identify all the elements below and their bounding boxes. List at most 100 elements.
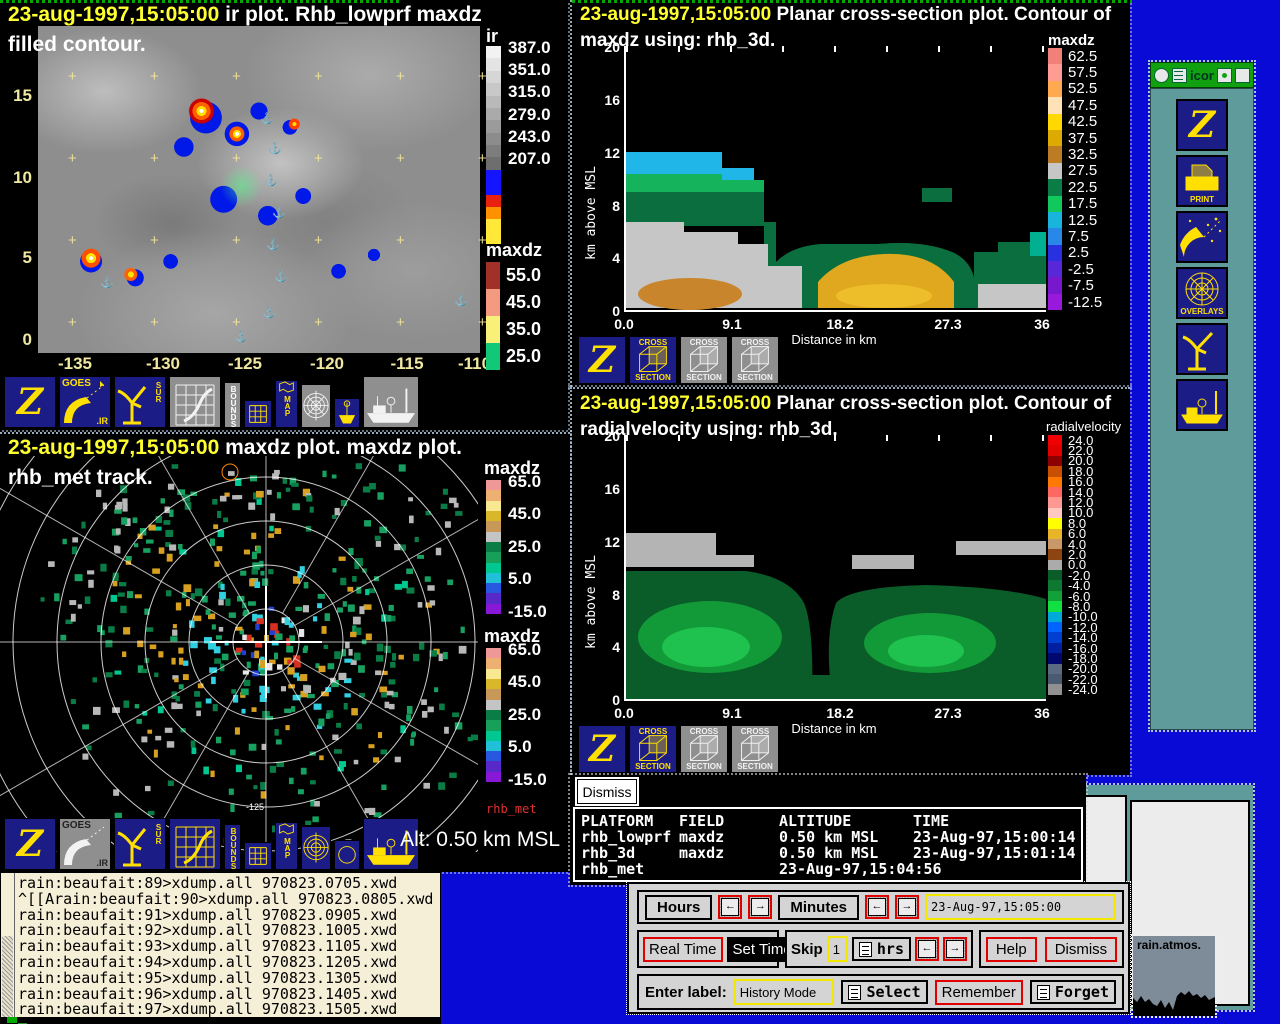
colorbar-entry: 32.5 [1048, 146, 1102, 162]
zebra-icon[interactable]: Z [1176, 99, 1228, 151]
window-title: 23-aug-1997,15:05:00 maxdz plot. maxdz p… [8, 436, 462, 460]
zebra-icon[interactable]: Z [578, 725, 626, 773]
range-rings-icon[interactable] [301, 826, 331, 870]
ppi-radar-display: -125 [0, 456, 478, 852]
colorbar-tick: 5.0 [508, 569, 532, 589]
colorbar-maxdz-2: 65.045.025.05.0-15.0 [486, 648, 570, 782]
terminal-window[interactable]: rain:beaufait:89>xdump.all 970823.0705.x… [0, 872, 441, 1024]
icon-window-titlebar[interactable]: icon [1150, 62, 1254, 88]
print-label: PRINT [1178, 195, 1226, 204]
skip-back-button[interactable]: ← [915, 937, 939, 961]
forget-menu-button[interactable]: Forget [1030, 980, 1116, 1004]
minutes-back-button[interactable]: ← [865, 895, 889, 919]
bounds-icon[interactable]: BOUNDS [224, 824, 241, 870]
title-text: Planar cross-section plot. Contour of [771, 393, 1111, 414]
y-axis-label: km above MSL [584, 499, 599, 649]
circle-icon[interactable] [334, 840, 360, 870]
terminal-scrollbar[interactable] [1, 873, 15, 1023]
radar-antenna-icon[interactable] [1176, 323, 1228, 375]
cross-section-button[interactable]: CROSS SECTION [680, 336, 728, 384]
skip-input[interactable]: 1 [827, 936, 848, 962]
surveillance-radar-icon[interactable]: SUR [114, 818, 166, 870]
radar-grid-icon[interactable] [169, 376, 221, 428]
window-resize-button[interactable] [1235, 68, 1250, 83]
scrollbar-thumb[interactable] [2, 936, 13, 1023]
y-tick: 16 [594, 481, 620, 497]
cross-section-button[interactable]: CROSS SECTION [731, 725, 779, 773]
colorbar-label: maxdz [1048, 32, 1095, 49]
ship-icon[interactable] [363, 376, 419, 428]
hours-forward-button[interactable]: → [748, 895, 772, 919]
real-time-button[interactable]: Real Time [643, 937, 723, 962]
window-menu-button[interactable] [1172, 68, 1187, 83]
desktop: 23-aug-1997,15:05:00 ir plot. Rhb_lowprf… [0, 0, 1280, 1024]
zebra-icon[interactable]: Z [578, 336, 626, 384]
skip-label: Skip [791, 941, 823, 958]
colorbar-tick: 65.0 [508, 472, 541, 492]
label-input[interactable]: History Mode [734, 979, 835, 1005]
window-ir-plot: 23-aug-1997,15:05:00 ir plot. Rhb_lowprf… [0, 0, 570, 432]
select-menu-button[interactable]: Select [841, 980, 927, 1004]
ir-satellite-map: ++++++++++++++++++++++++ ⚓ ⚓ ⚓ ⚓ ⚓ ⚓ ⚓ ⚓… [38, 26, 480, 353]
goes-ir-icon[interactable]: GOES .IR [59, 818, 111, 870]
window-menu-circle-button[interactable] [1154, 68, 1169, 83]
zebra-icon[interactable]: Z [4, 818, 56, 870]
window-ppi-maxdz: 23-aug-1997,15:05:00 maxdz plot. maxdz p… [0, 432, 570, 872]
help-button[interactable]: Help [986, 937, 1037, 962]
colorbar-ir: 387.0351.0315.0279.0243.0207.0 [486, 46, 570, 244]
label-group: Enter label: History Mode Select Remembe… [637, 974, 1124, 1010]
table-header-row: PLATFORM FIELD ALTITUDE TIME [581, 812, 1081, 828]
minutes-forward-button[interactable]: → [895, 895, 919, 919]
window-iconify-button[interactable] [1217, 68, 1232, 83]
y-tick: 15 [6, 86, 32, 106]
time-input[interactable]: 23-Aug-97,15:05:00 [925, 894, 1116, 920]
colorbar-entry: 42.5 [1048, 114, 1102, 130]
zebra-icon[interactable]: Z [4, 376, 56, 428]
colorbar-entry: 35.0 [486, 316, 541, 343]
dismiss-button[interactable]: Dismiss [1045, 937, 1118, 962]
map-icon[interactable]: MAP [275, 380, 298, 428]
track-marker: ⚓ [264, 176, 278, 187]
surveillance-radar-icon[interactable]: SUR [114, 376, 166, 428]
colorbar-label-maxdz: maxdz [486, 240, 542, 261]
x-tick: 9.1 [712, 705, 752, 721]
satellite-dish-icon[interactable] [1176, 211, 1228, 263]
remember-button[interactable]: Remember [935, 980, 1023, 1005]
buoy-icon[interactable] [334, 398, 360, 428]
track-marker: ⚓ [454, 296, 468, 307]
x-axis-label: Distance in km [764, 721, 904, 736]
cross-section-button[interactable]: CROSS SECTION [680, 725, 728, 773]
terminal-output: rain:beaufait:89>xdump.all 970823.0705.x… [18, 876, 438, 1024]
print-icon[interactable]: PRINT [1176, 155, 1228, 207]
dismiss-button[interactable]: Dismiss [577, 779, 637, 804]
cross-section-button-active[interactable]: CROSS SECTION [629, 336, 677, 384]
cross-section-button-active[interactable]: CROSS SECTION [629, 725, 677, 773]
radar-grid-icon[interactable] [169, 818, 221, 870]
grid-icon[interactable] [244, 400, 272, 428]
track-marker: ⚓ [266, 240, 280, 251]
minutes-button[interactable]: Minutes [778, 895, 859, 920]
overlays-icon[interactable]: OVERLAYS [1176, 267, 1228, 319]
map-icon[interactable]: MAP [275, 822, 298, 870]
ppi-ring-label: -125 [246, 802, 264, 812]
skip-units-menu[interactable]: hrs [852, 937, 911, 961]
range-rings-icon[interactable] [301, 384, 331, 428]
skip-value: 1 [833, 942, 840, 957]
x-tick: 27.3 [928, 316, 968, 332]
cross-section-button[interactable]: CROSS SECTION [731, 336, 779, 384]
ship-icon[interactable] [1176, 379, 1228, 431]
ppi-window-toolbar: Z GOES .IR SUR BOUNDS MAP [4, 816, 419, 870]
skip-forward-button[interactable]: → [943, 937, 967, 961]
colorbar-maxdz: 55.045.035.025.0 [486, 262, 541, 370]
xload-title: rain.atmos. [1137, 938, 1201, 952]
icon-window-title: icon [1190, 68, 1214, 83]
hours-back-button[interactable]: ← [718, 895, 742, 919]
grid-icon[interactable] [244, 842, 272, 870]
colorbar-tick: 243.0 [508, 127, 551, 147]
hours-button[interactable]: Hours [645, 895, 712, 920]
title-timestamp: 23-aug-1997,15:05:00 [8, 3, 219, 26]
x-tick: 9.1 [712, 316, 752, 332]
section-label: SECTION [630, 373, 676, 382]
bounds-icon[interactable]: BOUNDS [224, 382, 241, 428]
goes-ir-icon[interactable]: GOES .IR [59, 376, 111, 428]
